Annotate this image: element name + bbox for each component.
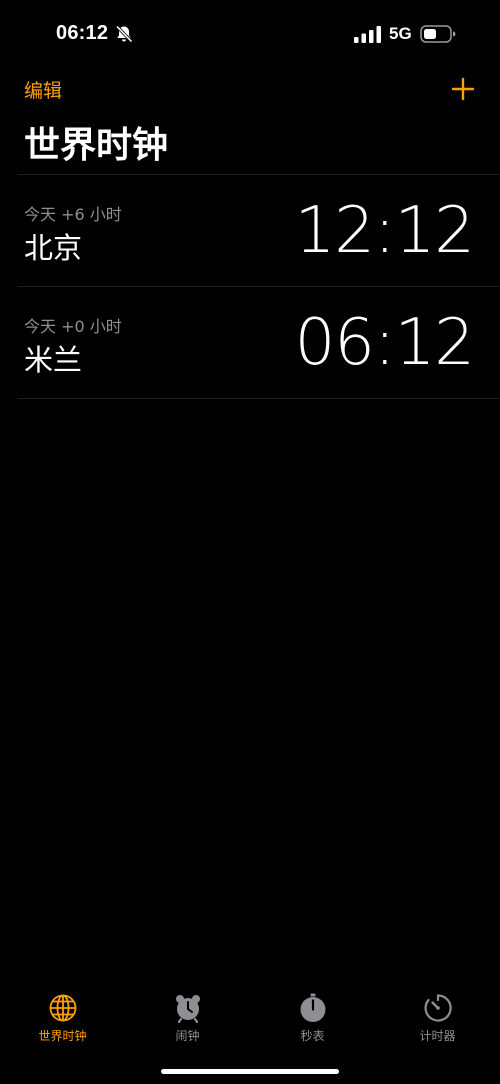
plus-icon[interactable] [450,76,476,102]
city-name: 米兰 [24,343,83,377]
time-offset-label: 今天 +6 小时 [24,205,122,224]
timer-icon [424,994,452,1022]
time-offset-label: 今天 +0 小时 [24,317,122,336]
tab-world-clock[interactable]: 世界时钟 [0,985,125,1045]
alarm-clock-icon [175,995,200,1023]
status-bar: 06:12 5G [0,0,500,70]
stopwatch-icon [300,993,325,1022]
status-time: 06:12 [56,22,109,44]
city-time: 12:12 [294,194,475,268]
clock-list: 今天 +6 小时 北京 12:12 今天 +0 小时 米兰 06:12 [18,174,500,399]
home-indicator[interactable] [161,1069,339,1074]
globe-icon [49,994,76,1022]
tab-stopwatch[interactable]: 秒表 [250,985,375,1045]
tab-label: 计时器 [419,1029,456,1043]
battery-icon [420,25,456,43]
cellular-signal-icon [354,26,381,43]
tab-bar: 世界时钟 闹钟 秒表 计时器 [0,985,500,1045]
clock-row-milan[interactable]: 今天 +0 小时 米兰 06:12 [18,287,500,399]
bell-slash-icon [115,25,133,43]
tab-label: 闹钟 [175,1029,200,1043]
clock-row-beijing[interactable]: 今天 +6 小时 北京 12:12 [18,175,500,287]
edit-button[interactable]: 编辑 [24,76,62,103]
network-type: 5G [389,24,412,43]
tab-label: 世界时钟 [38,1029,87,1043]
tab-timer[interactable]: 计时器 [375,985,500,1045]
city-time: 06:12 [294,306,475,380]
tab-label: 秒表 [300,1029,325,1043]
city-name: 北京 [24,231,83,265]
page-title: 世界时钟 [24,125,169,166]
tab-alarm[interactable]: 闹钟 [125,985,250,1045]
